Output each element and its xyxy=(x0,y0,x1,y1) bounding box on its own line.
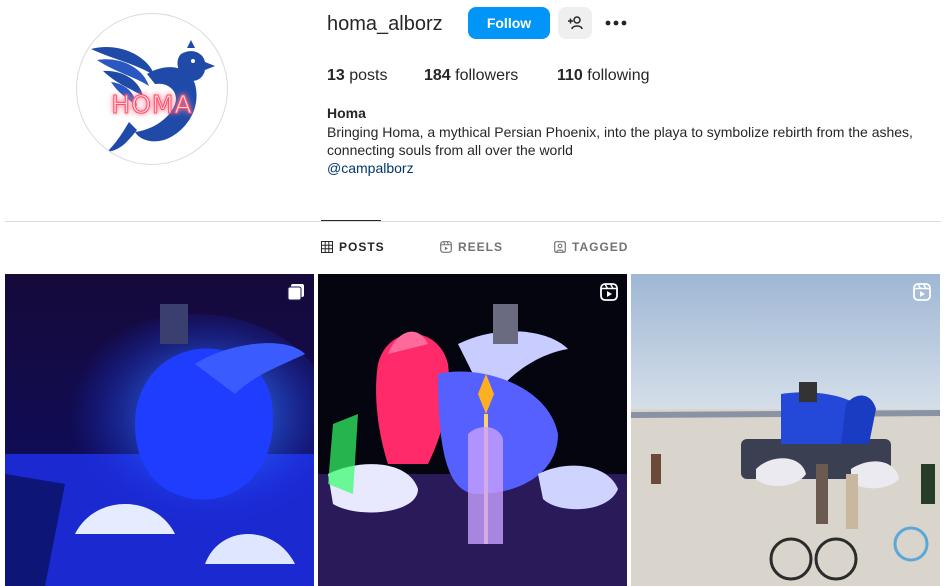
follow-button[interactable]: Follow xyxy=(468,7,550,39)
reels-icon xyxy=(600,283,618,301)
suggested-accounts-button[interactable] xyxy=(558,7,592,39)
tagged-icon xyxy=(554,241,566,253)
followers-stat[interactable]: 184 followers xyxy=(424,67,518,85)
post-image-red-phoenix xyxy=(318,274,627,586)
following-label: following xyxy=(587,67,650,84)
active-tab-indicator xyxy=(321,220,381,221)
posts-stat: 13 posts xyxy=(327,67,388,85)
tab-tagged-label: TAGGED xyxy=(572,240,629,254)
tab-reels-label: REELS xyxy=(458,240,504,254)
posts-count: 13 xyxy=(327,67,345,84)
tabs-divider xyxy=(5,221,941,222)
followers-label: followers xyxy=(455,67,519,84)
avatar-logo-text: HOMA xyxy=(111,90,193,120)
reels-icon xyxy=(440,241,452,253)
more-options-button[interactable] xyxy=(602,8,630,38)
profile-avatar[interactable]: HOMA xyxy=(76,13,228,165)
grid-icon xyxy=(321,241,333,253)
following-count: 110 xyxy=(557,67,583,84)
reels-icon xyxy=(913,283,931,301)
tab-posts[interactable]: POSTS xyxy=(321,240,385,254)
followers-count: 184 xyxy=(424,67,451,84)
bio-text: Bringing Homa, a mythical Persian Phoeni… xyxy=(327,124,913,158)
profile-username: homa_alborz xyxy=(327,13,443,35)
post-thumbnail[interactable] xyxy=(318,274,627,586)
carousel-icon xyxy=(287,284,304,301)
bio-mention-link[interactable]: @campalborz xyxy=(327,160,414,176)
following-stat[interactable]: 110 following xyxy=(557,67,650,85)
post-image-blue-phoenix xyxy=(5,274,314,586)
more-dots-icon xyxy=(605,20,627,26)
tab-reels[interactable]: REELS xyxy=(440,240,503,254)
post-image-daytime-playa xyxy=(631,274,940,586)
add-person-icon xyxy=(568,16,583,30)
bio-name: Homa xyxy=(327,105,366,121)
post-thumbnail[interactable] xyxy=(5,274,314,586)
post-thumbnail[interactable] xyxy=(631,274,940,586)
posts-label: posts xyxy=(349,67,388,84)
phoenix-logo-icon xyxy=(91,40,215,152)
tab-tagged[interactable]: TAGGED xyxy=(554,240,628,254)
tab-posts-label: POSTS xyxy=(339,240,385,254)
